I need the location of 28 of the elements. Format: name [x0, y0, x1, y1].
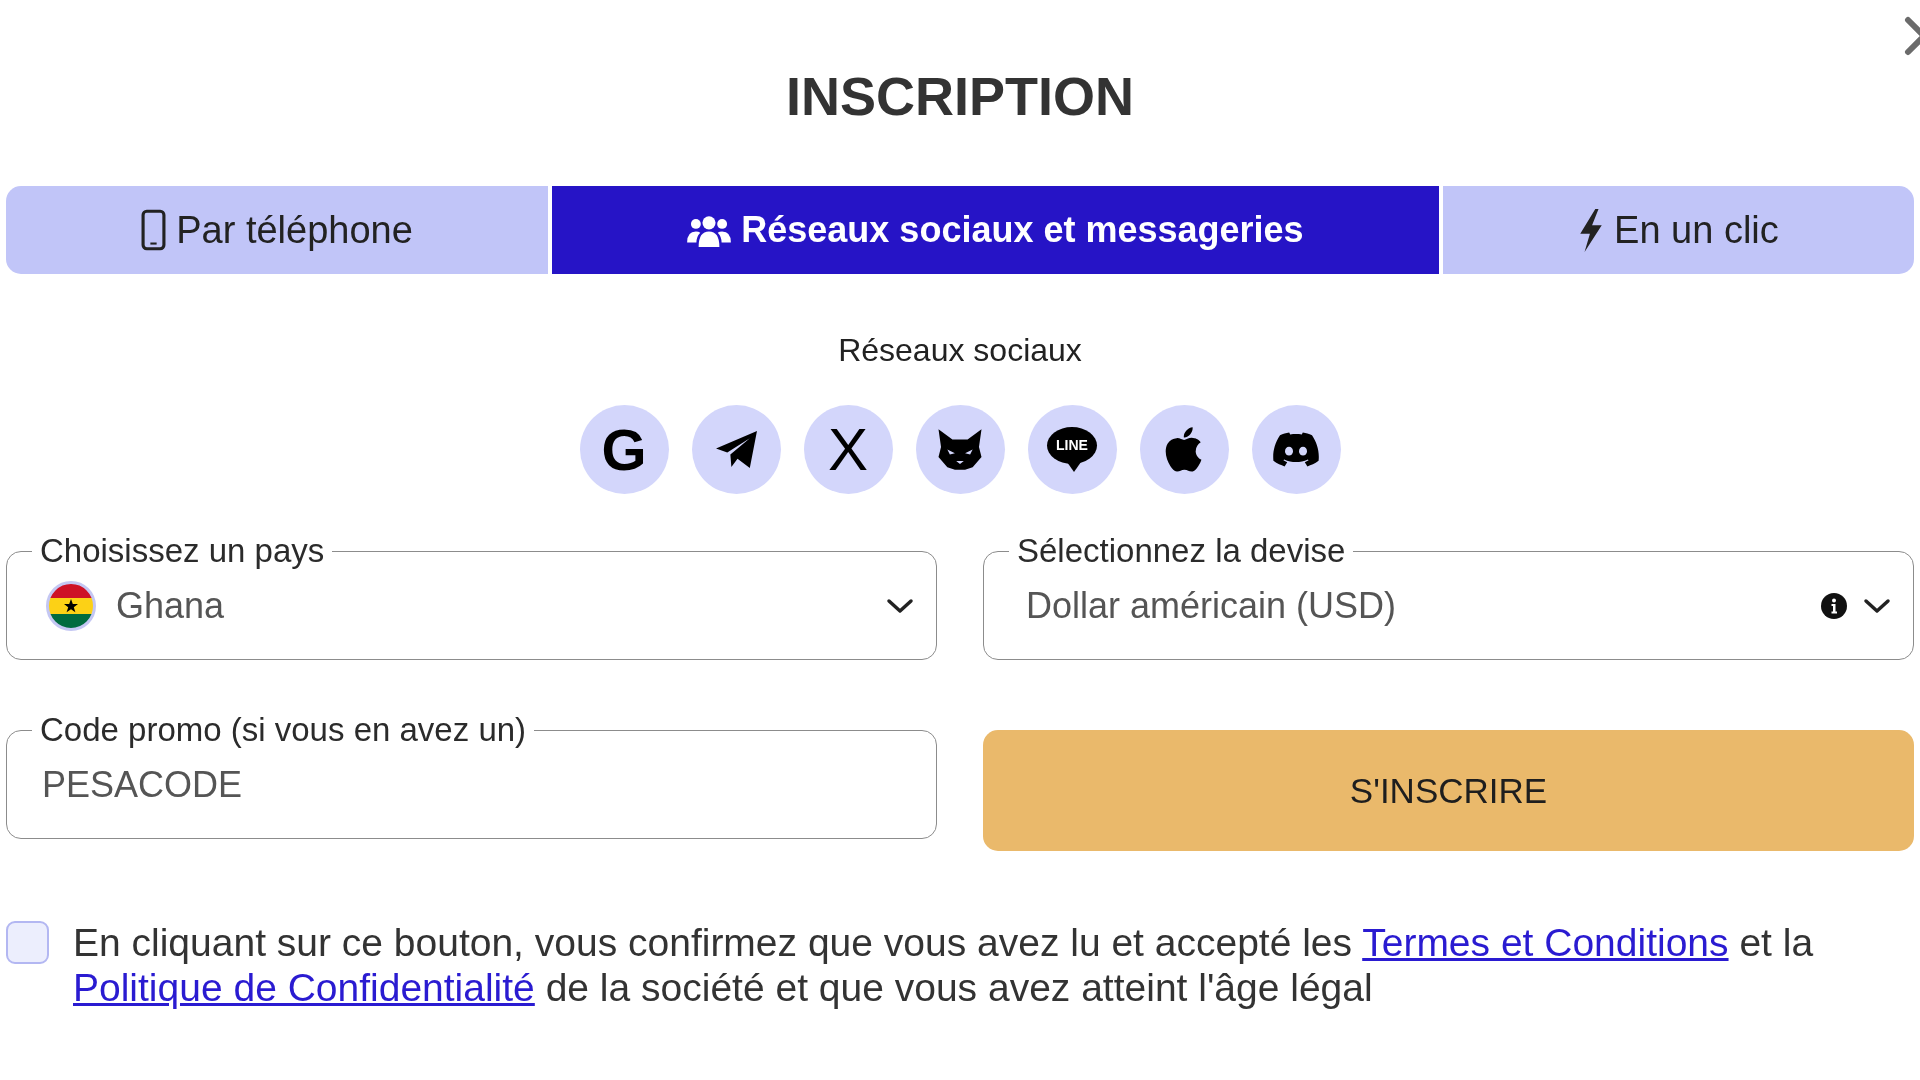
- text-link[interactable]: Termes et Conditions: [1362, 921, 1729, 964]
- tab[interactable]: En un clic: [1442, 186, 1914, 274]
- tab[interactable]: Par téléphone: [6, 186, 549, 274]
- social-login-button[interactable]: G: [579, 405, 669, 494]
- info-icon: [1821, 593, 1847, 619]
- chevron-down-icon: [1863, 598, 1891, 614]
- fox-head-icon: [937, 428, 983, 471]
- social-login-button[interactable]: X: [803, 405, 893, 494]
- phone-icon: [141, 209, 167, 251]
- chat-logo: LINE: [1047, 427, 1097, 472]
- chevron-down-icon: [886, 598, 914, 614]
- section-heading: Réseaux sociaux: [837, 331, 1083, 370]
- close-icon[interactable]: [1904, 16, 1920, 56]
- game-controller-icon: [1273, 432, 1319, 467]
- apple-icon: [1165, 426, 1203, 473]
- register-button[interactable]: S'INSCRIRE: [983, 730, 1914, 851]
- text-link[interactable]: Politique de Confidentialité: [73, 966, 535, 1009]
- field-label: Code promo (si vous en avez un): [39, 710, 528, 750]
- field-label: Sélectionnez la devise: [1016, 531, 1347, 571]
- flag-icon: [46, 581, 96, 631]
- dialog-title: INSCRIPTION: [785, 65, 1135, 128]
- field-label: Choisissez un pays: [39, 531, 326, 571]
- lightning-icon: [1578, 208, 1605, 252]
- paper-plane-icon: [714, 430, 758, 469]
- social-login-button[interactable]: LINE: [1027, 405, 1117, 494]
- consent-text: En cliquant sur ce bouton, vous confirmez que vous avez lu et accepté les Termes et Conditions et la Politique de Confidentialité de la société et que vous avez atteint l'âge légal: [73, 920, 1815, 1010]
- checkbox[interactable]: [6, 921, 49, 964]
- tab[interactable]: Réseaux sociaux et messageries: [552, 186, 1439, 274]
